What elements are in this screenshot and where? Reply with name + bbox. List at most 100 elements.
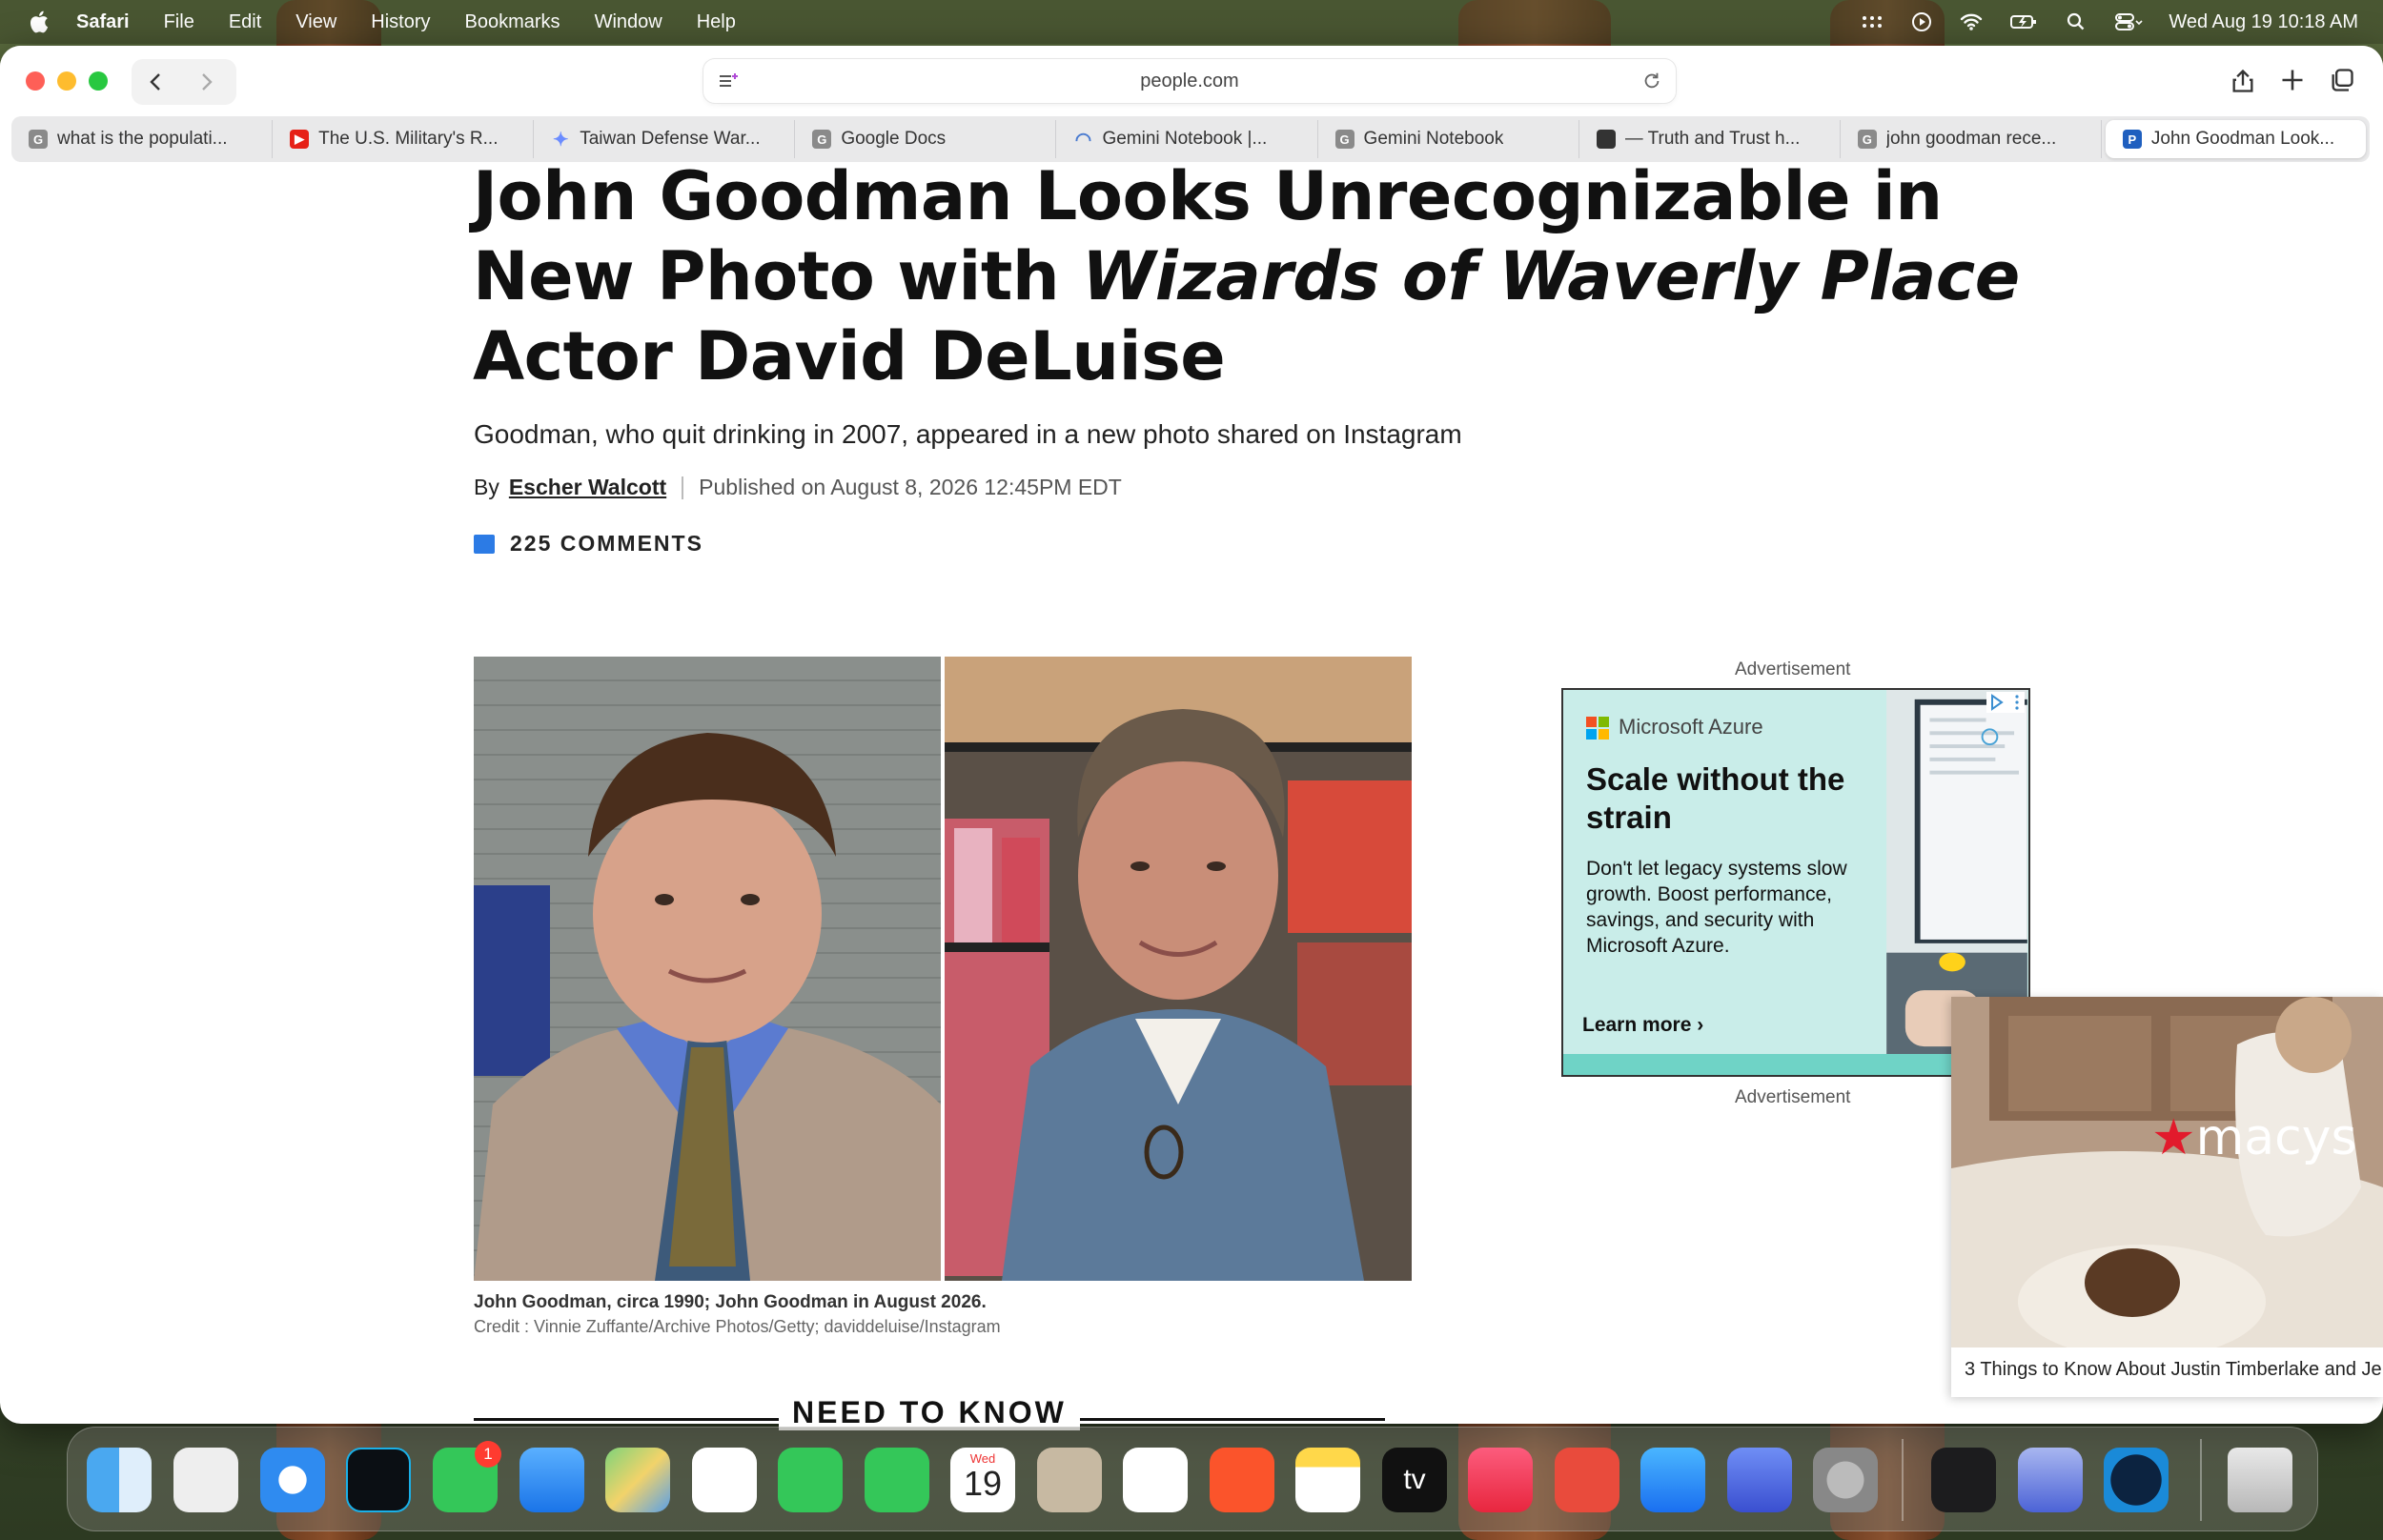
dock-phone-icon[interactable] xyxy=(865,1448,929,1512)
tab-taiwan-defense[interactable]: ✦ Taiwan Defense War... xyxy=(534,120,796,158)
comment-bubble-icon xyxy=(474,534,495,554)
youtube-icon: ▶ xyxy=(290,130,310,149)
dock-calendar-icon[interactable]: Wed 19 xyxy=(950,1448,1015,1512)
google-icon: G xyxy=(812,130,832,149)
battery-icon[interactable] xyxy=(2008,11,2039,32)
tab-people-article[interactable]: P John Goodman Look... xyxy=(2105,120,2366,158)
page-menu-icon[interactable] xyxy=(717,71,740,93)
dock-iphone-mirroring-icon[interactable] xyxy=(1727,1448,1792,1512)
menu-file[interactable]: File xyxy=(164,11,194,33)
azure-brand: Microsoft Azure xyxy=(1619,715,1763,739)
dock-rocket-icon[interactable] xyxy=(1555,1448,1619,1512)
share-icon[interactable] xyxy=(2230,67,2256,95)
google-icon: G xyxy=(1857,130,1877,149)
zoom-window-button[interactable] xyxy=(89,71,108,91)
calendar-date-label: 19 xyxy=(963,1464,1003,1503)
apple-menu-icon[interactable] xyxy=(27,9,53,35)
tab-youtube-military[interactable]: ▶ The U.S. Military's R... xyxy=(273,120,535,158)
adchoices-icon[interactable] xyxy=(1986,692,2025,713)
dock-speedometer-icon[interactable] xyxy=(2104,1448,2169,1512)
byline-prefix: By xyxy=(474,475,499,499)
navigation-buttons xyxy=(132,59,236,105)
dock-contacts-icon[interactable] xyxy=(1037,1448,1102,1512)
menu-window[interactable]: Window xyxy=(595,11,662,33)
tab-google-search-population[interactable]: Gwhat is the populati... xyxy=(11,120,274,158)
dock-mail-icon[interactable] xyxy=(519,1448,584,1512)
microsoft-logo-icon xyxy=(1586,717,1609,740)
dock-system-settings-icon[interactable] xyxy=(1813,1448,1878,1512)
google-icon: G xyxy=(1334,130,1354,149)
new-tab-icon[interactable] xyxy=(2279,67,2306,93)
author-link[interactable]: Escher Walcott xyxy=(509,475,666,500)
tv-label: tv xyxy=(1403,1464,1426,1495)
comments-link[interactable]: 225 COMMENTS xyxy=(474,531,703,557)
headline-show-title: Wizards of Waverly Place xyxy=(1082,237,2020,315)
minimize-window-button[interactable] xyxy=(57,71,76,91)
image-credit: Credit : Vinnie Zuffante/Archive Photos/… xyxy=(474,1317,1001,1336)
dock-finder-icon[interactable] xyxy=(87,1448,152,1512)
close-window-button[interactable] xyxy=(26,71,45,91)
tab-gemini-notebook-1[interactable]: ◠ Gemini Notebook |... xyxy=(1056,120,1318,158)
byline-divider xyxy=(682,476,684,499)
browser-toolbar: people.com xyxy=(0,46,2383,116)
menu-bookmarks[interactable]: Bookmarks xyxy=(465,11,560,33)
dock-reminders-icon[interactable] xyxy=(1123,1448,1188,1512)
dock-apple-tv-icon[interactable]: tv xyxy=(1382,1448,1447,1512)
azure-learn-more-link[interactable]: Learn more › xyxy=(1582,1014,1703,1037)
chevron-right-icon: › xyxy=(1697,1014,1704,1036)
gemini-icon: ✦ xyxy=(552,129,569,151)
play-circle-icon[interactable] xyxy=(1909,11,1934,32)
dock-trash-icon[interactable] xyxy=(2228,1448,2292,1512)
forward-arrow-icon[interactable] xyxy=(194,71,217,93)
menubar-clock[interactable]: Wed Aug 19 10:18 AM xyxy=(2169,11,2358,33)
dock-music-icon[interactable] xyxy=(1468,1448,1533,1512)
dock-photos-icon[interactable] xyxy=(692,1448,757,1512)
menu-help[interactable]: Help xyxy=(697,11,736,33)
macys-ad-bedroom-image xyxy=(1951,997,2383,1348)
menu-history[interactable]: History xyxy=(371,11,430,33)
spotlight-search-icon[interactable] xyxy=(2064,11,2088,32)
tab-john-goodman-search[interactable]: Gjohn goodman rece... xyxy=(1841,120,2102,158)
dock-app-grid-icon[interactable] xyxy=(1931,1448,1996,1512)
cube-icon xyxy=(1596,130,1616,149)
google-icon: G xyxy=(29,130,48,149)
tab-truth-and-trust[interactable]: — Truth and Trust h... xyxy=(1579,120,1841,158)
macys-video-ad[interactable]: ★macys 3 Things to Know About Justin Tim… xyxy=(1951,997,2383,1397)
headline-text-2: Actor David DeLuise xyxy=(473,317,1226,395)
menu-app-safari[interactable]: Safari xyxy=(76,11,130,33)
dock-launchpad-icon[interactable] xyxy=(173,1448,238,1512)
menu-edit[interactable]: Edit xyxy=(229,11,261,33)
tab-bar: Gwhat is the populati... ▶ The U.S. Milit… xyxy=(11,116,2370,162)
dock-app-store-icon[interactable] xyxy=(1640,1448,1705,1512)
address-bar[interactable]: people.com xyxy=(703,59,1676,103)
notebook-icon: ◠ xyxy=(1074,129,1092,151)
advertisement-label-top: Advertisement xyxy=(1735,659,1851,679)
people-icon: P xyxy=(2122,130,2142,149)
back-arrow-icon[interactable] xyxy=(145,71,168,93)
tab-google-docs[interactable]: G Google Docs xyxy=(795,120,1057,158)
comments-count: 225 COMMENTS xyxy=(510,531,703,556)
john-goodman-2026-photo xyxy=(945,657,1412,1281)
dock-app-waves-icon[interactable] xyxy=(346,1448,411,1512)
dock-notes-icon[interactable] xyxy=(1295,1448,1360,1512)
azure-ad-body: Don't let legacy systems slow growth. Bo… xyxy=(1586,858,1847,957)
dock-maps-icon[interactable] xyxy=(605,1448,670,1512)
reload-icon[interactable] xyxy=(1641,71,1662,91)
need-to-know-section: NEED TO KNOW xyxy=(474,1395,1385,1430)
dock-safari-icon[interactable] xyxy=(260,1448,325,1512)
dots-grid-icon[interactable] xyxy=(1860,11,1884,32)
learn-more-label: Learn more xyxy=(1582,1014,1692,1036)
advertisement-label-bottom: Advertisement xyxy=(1735,1087,1851,1107)
article-hero-image[interactable] xyxy=(474,657,1412,1281)
wifi-icon[interactable] xyxy=(1959,11,1984,32)
menu-view[interactable]: View xyxy=(295,11,336,33)
menu-bar: Safari File Edit View History Bookmarks … xyxy=(0,0,2383,44)
dock-facetime-icon[interactable] xyxy=(778,1448,843,1512)
tab-overview-icon[interactable] xyxy=(2329,67,2355,93)
dock-ollama-icon[interactable] xyxy=(2018,1448,2083,1512)
dock-separator xyxy=(1902,1439,1904,1521)
dock-brave-icon[interactable] xyxy=(1210,1448,1274,1512)
macys-logo: ★macys xyxy=(2151,1109,2357,1166)
control-center-icon[interactable] xyxy=(2113,11,2144,32)
tab-gemini-notebook-2[interactable]: G Gemini Notebook xyxy=(1318,120,1579,158)
